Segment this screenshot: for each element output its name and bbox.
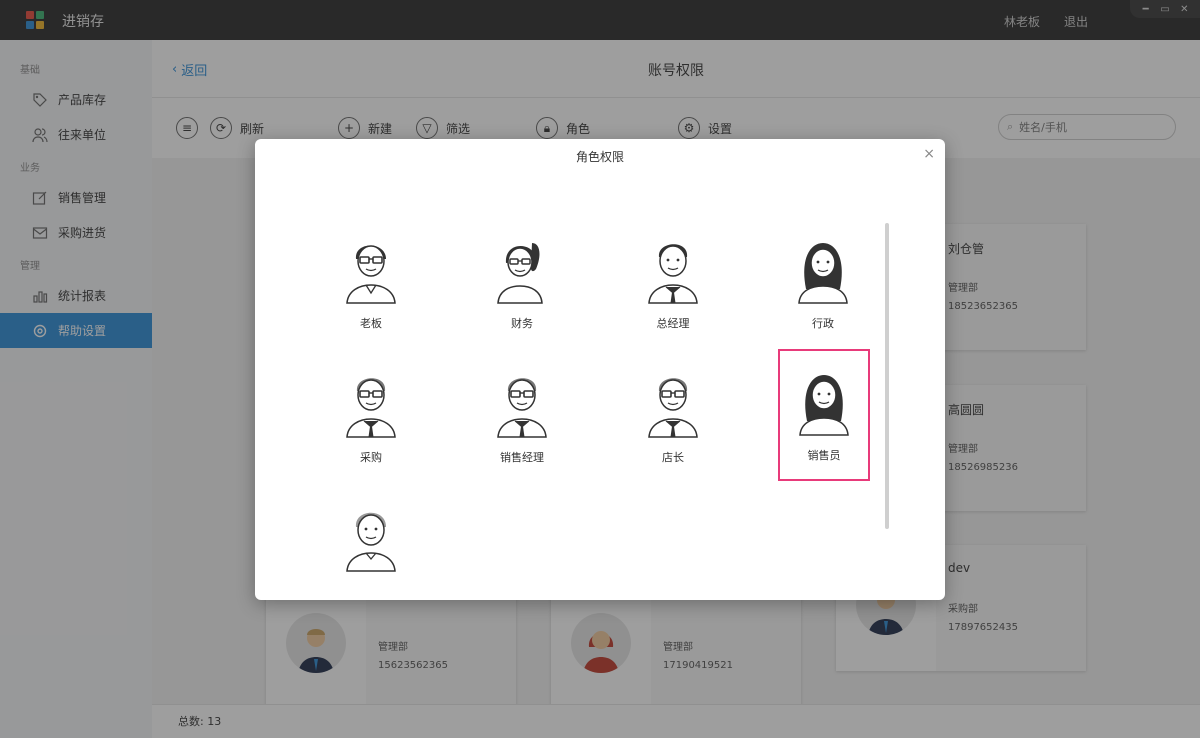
dialog-title: 角色权限	[575, 150, 624, 164]
role-label: 销售员	[807, 449, 841, 462]
role-purchaser[interactable]: 采购	[325, 353, 417, 485]
man-gray-hair-avatar	[346, 512, 396, 572]
role-boss[interactable]: 老板	[325, 219, 417, 351]
role-label: 总经理	[656, 317, 690, 330]
man-glasses-tie-avatar	[648, 378, 698, 438]
role-finance[interactable]: 财务	[476, 219, 568, 351]
role-label: 老板	[360, 317, 382, 330]
role-label: 财务	[511, 317, 533, 330]
role-label: 店长	[662, 451, 684, 464]
role-store-manager[interactable]: 店长	[627, 353, 719, 485]
role-sales-manager[interactable]: 销售经理	[476, 353, 568, 485]
man-tie-avatar	[648, 244, 698, 304]
man-glasses-tie-avatar	[497, 378, 547, 438]
role-admin[interactable]: 行政	[777, 219, 869, 351]
role-label: 行政	[812, 317, 834, 330]
role-general-manager[interactable]: 总经理	[627, 219, 719, 351]
man-glasses-avatar	[346, 245, 396, 304]
role-unlabeled[interactable]	[325, 487, 417, 619]
man-glasses-tie-avatar	[346, 378, 396, 438]
role-label: 销售经理	[500, 451, 544, 464]
woman-ponytail-avatar	[497, 243, 543, 304]
role-label: 采购	[360, 451, 382, 464]
dialog-scrollbar[interactable]	[885, 223, 889, 529]
woman-long-hair-avatar	[798, 243, 848, 304]
woman-long-hair-avatar	[799, 375, 849, 436]
close-icon[interactable]: ×	[923, 146, 935, 162]
role-salesperson[interactable]: 销售员	[778, 349, 870, 481]
role-permissions-dialog: 角色权限 × 老板 财务 总经理 行政 采购 销售经理 店长 销售员	[255, 139, 945, 600]
